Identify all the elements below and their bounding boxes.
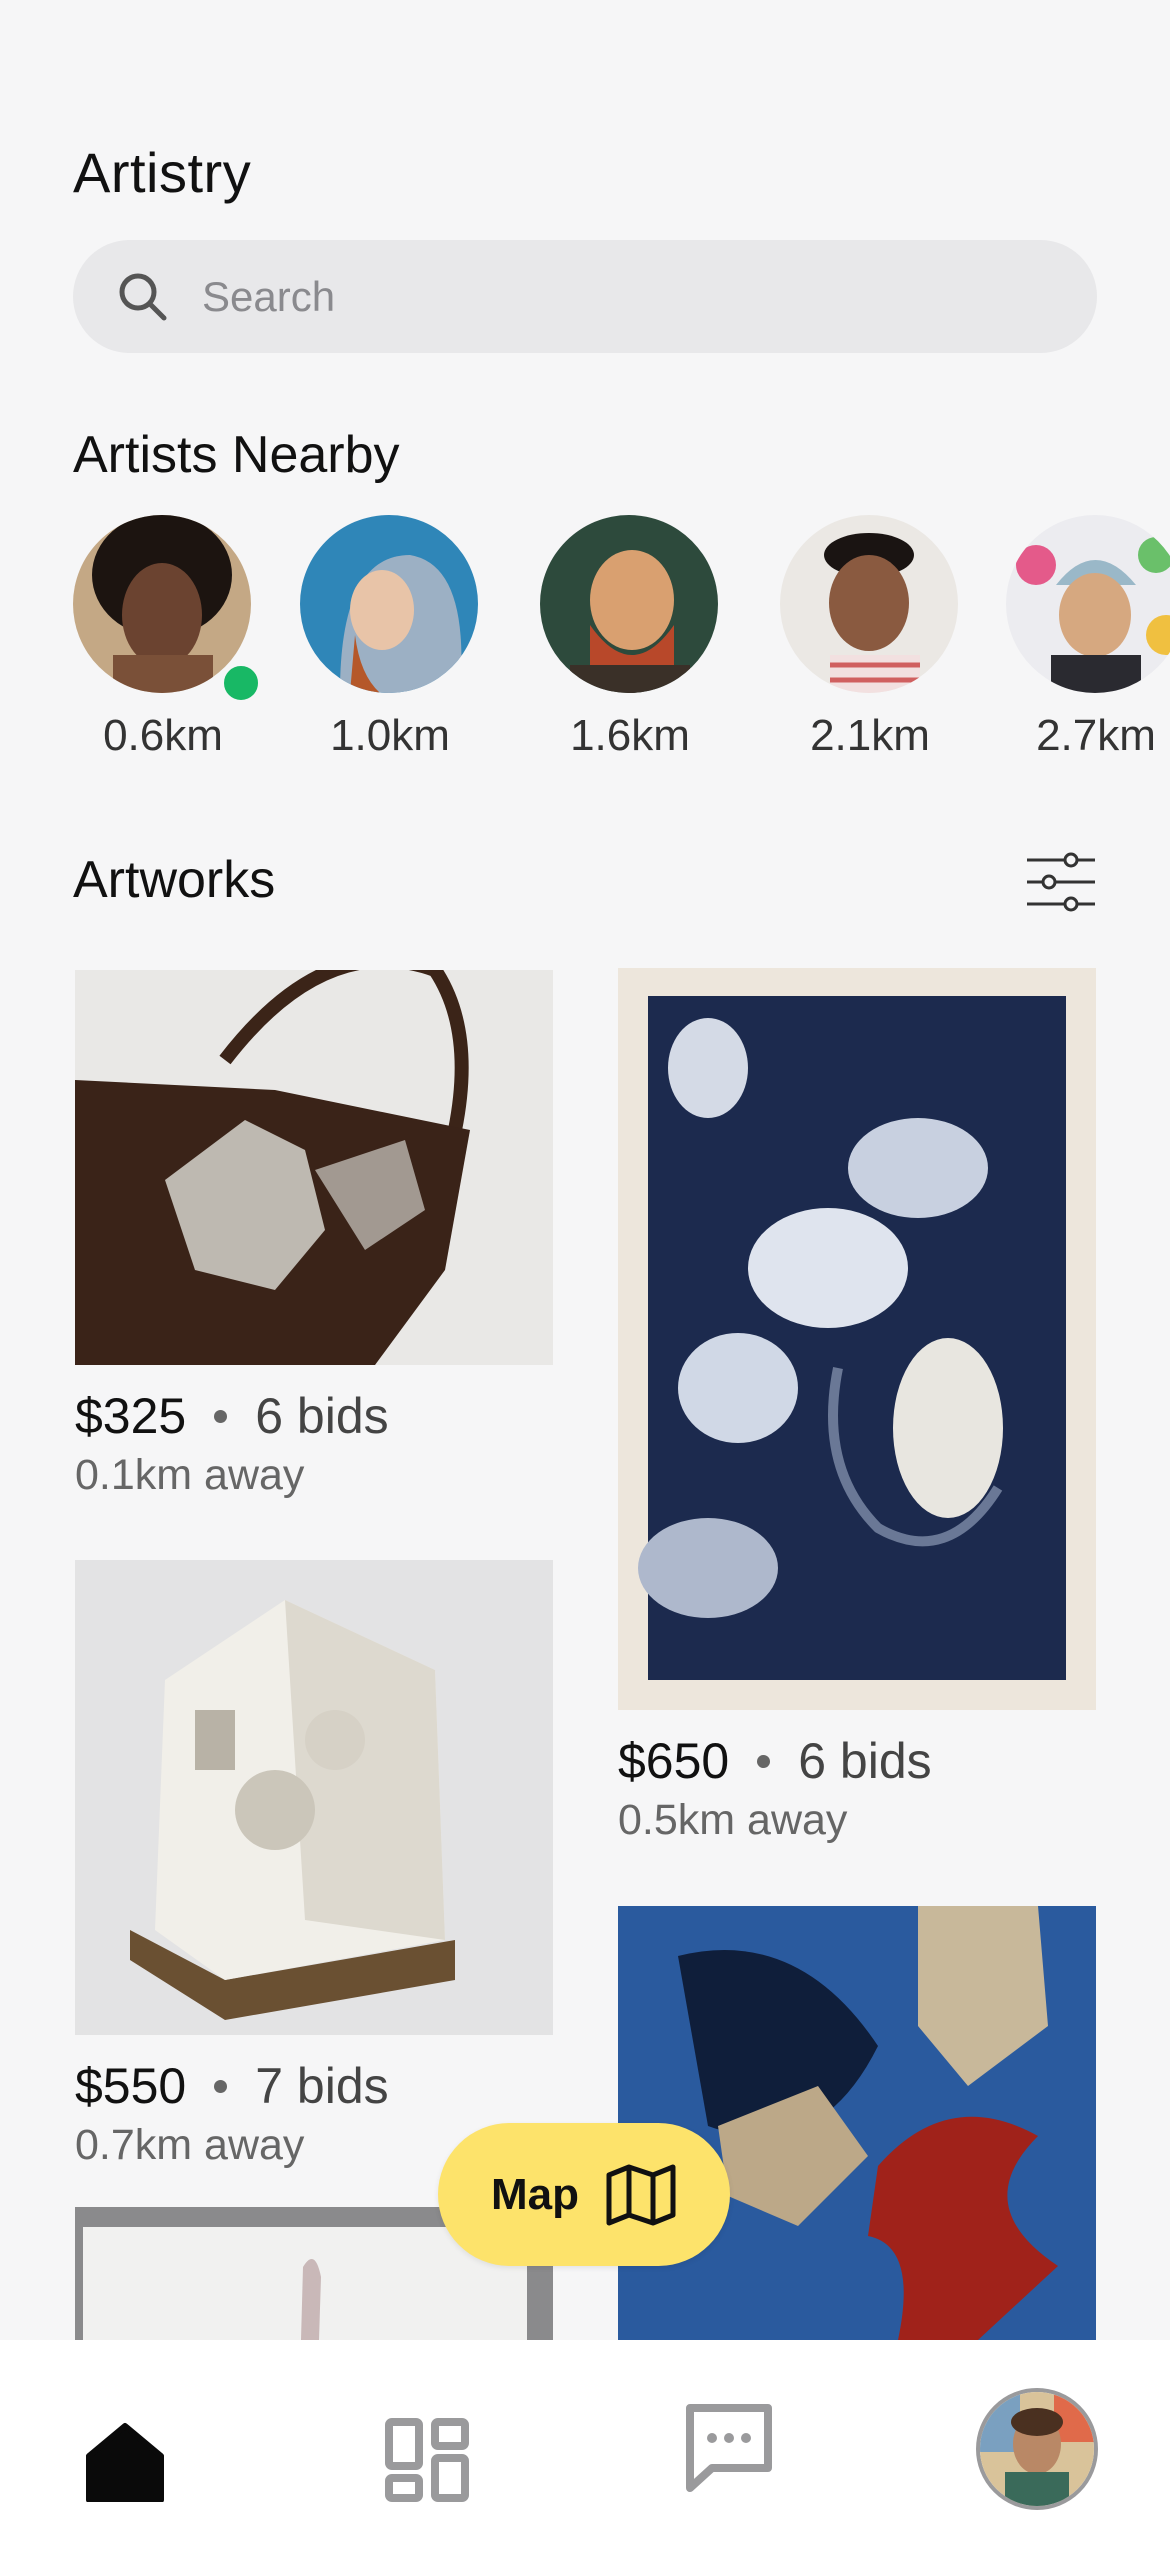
artists-nearby-title: Artists Nearby <box>73 426 400 484</box>
avatar[interactable] <box>73 515 251 693</box>
search-bar[interactable] <box>73 240 1097 353</box>
artwork-distance: 0.1km away <box>75 1451 305 1499</box>
artworks-title: Artworks <box>73 851 276 909</box>
search-icon <box>119 273 167 320</box>
artist-item[interactable]: 2.7km <box>1006 515 1170 761</box>
artwork-distance: 0.5km away <box>618 1796 848 1844</box>
artwork-price: $650 <box>618 1733 730 1789</box>
artwork-image[interactable] <box>618 1906 1096 2340</box>
artist-item[interactable]: 0.6km <box>73 515 263 761</box>
separator-dot <box>757 1754 771 1768</box>
map-icon <box>606 2164 676 2225</box>
artwork-price: $325 <box>75 1388 187 1444</box>
artist-distance: 0.6km <box>103 711 223 760</box>
map-button-label: Map <box>491 2169 579 2219</box>
map-button[interactable]: Map <box>438 2123 730 2266</box>
bottom-tab-bar <box>0 2340 1170 2556</box>
artwork-price: $550 <box>75 2058 187 2114</box>
artist-distance: 2.7km <box>1036 711 1156 760</box>
chat-icon[interactable] <box>682 2400 776 2494</box>
filter-icon[interactable] <box>1025 850 1097 914</box>
separator-dot <box>214 2079 228 2093</box>
avatar[interactable] <box>300 515 478 693</box>
avatar[interactable] <box>540 515 718 693</box>
grid-icon[interactable] <box>385 2418 469 2502</box>
artist-distance: 2.1km <box>810 711 930 760</box>
artwork-card[interactable]: $325 6 bids 0.1km away <box>75 970 553 1500</box>
artwork-image[interactable] <box>618 968 1096 1710</box>
artwork-image[interactable] <box>75 970 553 1365</box>
artwork-bids: 7 bids <box>255 2058 389 2114</box>
artwork-image[interactable] <box>75 1560 553 2035</box>
home-icon[interactable] <box>85 2422 165 2502</box>
artist-distance: 1.0km <box>330 711 450 760</box>
artist-item[interactable]: 1.6km <box>540 515 720 761</box>
artwork-card[interactable]: $650 6 bids 0.5km away <box>618 968 1096 1845</box>
artwork-bids: 6 bids <box>798 1733 932 1789</box>
artists-nearby-list[interactable]: 0.6km 1.0km 1.6km 2.1km 2.7km <box>0 515 1170 775</box>
artwork-card[interactable]: $550 7 bids 0.7km away <box>75 1560 553 2170</box>
separator-dot <box>214 1409 228 1423</box>
artwork-bids: 6 bids <box>255 1388 389 1444</box>
avatar[interactable] <box>780 515 958 693</box>
artwork-card[interactable] <box>618 1906 1096 2340</box>
app-title: Artistry <box>73 141 252 204</box>
search-input[interactable] <box>200 271 1004 322</box>
artist-item[interactable]: 1.0km <box>300 515 480 761</box>
artist-item[interactable]: 2.1km <box>780 515 960 761</box>
profile-avatar[interactable] <box>976 2388 1098 2510</box>
online-status-dot <box>219 661 263 705</box>
avatar[interactable] <box>1006 515 1170 693</box>
artist-distance: 1.6km <box>570 711 690 760</box>
